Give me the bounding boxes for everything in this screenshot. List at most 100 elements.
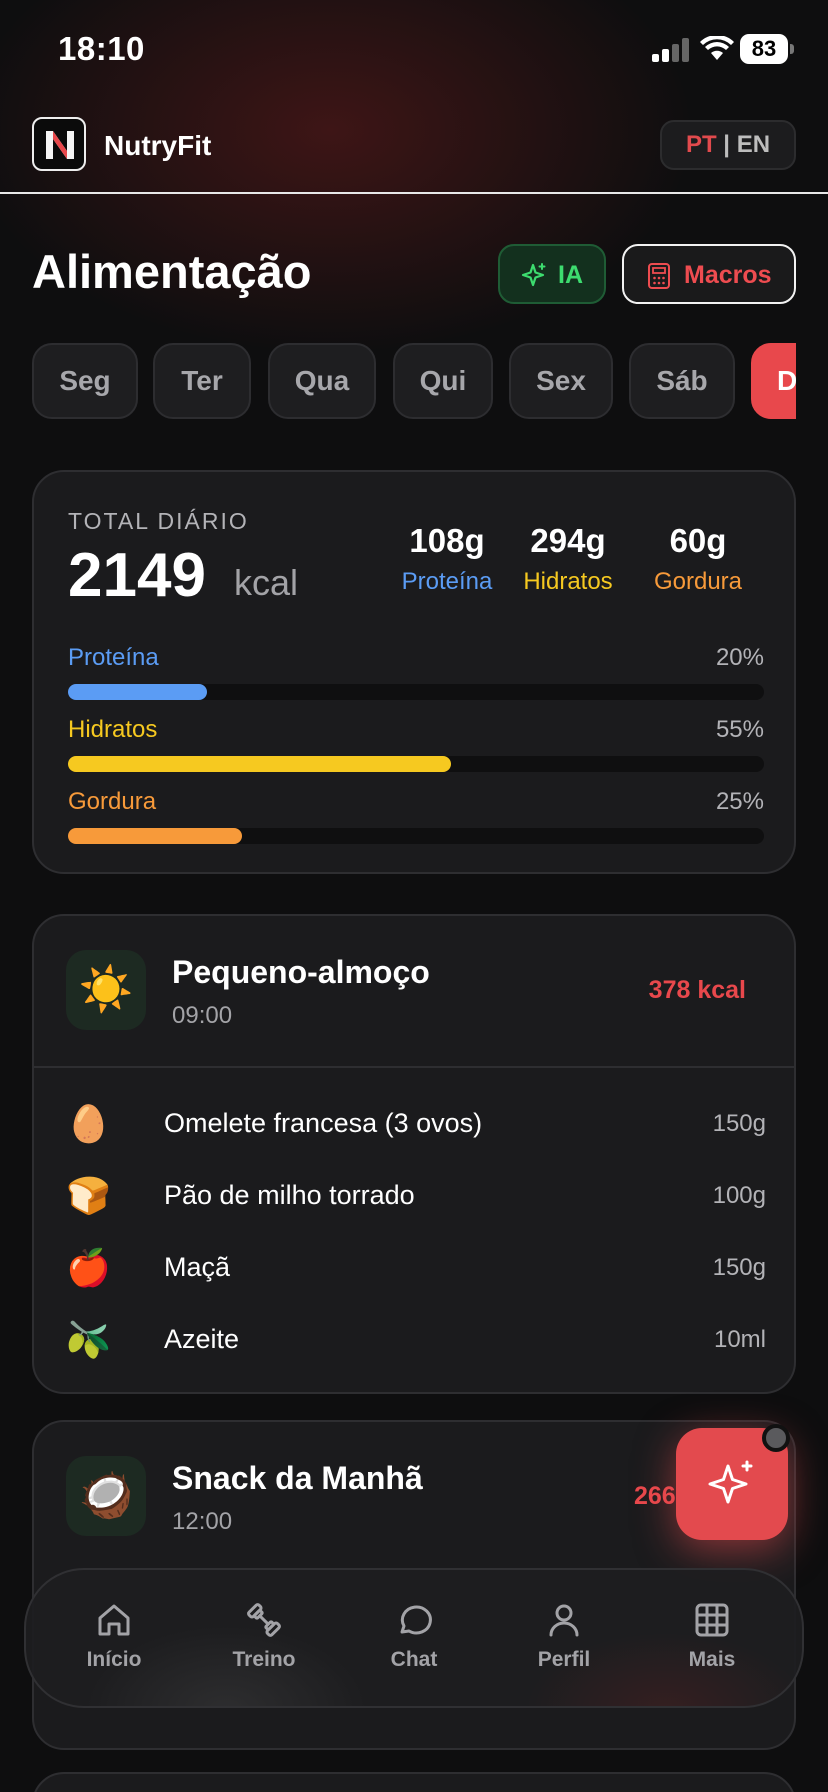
protein-bar-fill — [68, 684, 208, 700]
status-bar: 18:10 83 — [0, 0, 828, 96]
carbs-bar-row: Hidratos 55% — [68, 716, 764, 776]
food-name: Pão de milho torrado — [164, 1180, 415, 1210]
ia-button[interactable]: IA — [498, 244, 606, 304]
status-time: 18:10 — [58, 30, 145, 67]
nav-item-inicio[interactable]: Início — [54, 1600, 174, 1684]
apple-icon: 🍎 — [66, 1247, 111, 1288]
home-icon — [98, 1604, 130, 1636]
app-header: NutryFit PT | EN — [0, 96, 828, 194]
fat-grams: 60g — [669, 522, 727, 559]
day-tab-ter[interactable]: Ter — [153, 343, 251, 419]
bread-icon: 🍞 — [66, 1175, 111, 1216]
meal-card-next[interactable] — [32, 1772, 796, 1792]
daily-totals-card: TOTAL DIÁRIO 2149 kcal 108g Proteína 294… — [32, 470, 796, 874]
nav-label: Mais — [688, 1648, 736, 1671]
bottom-navigation: Início Treino Chat Perfil Mais — [24, 1568, 804, 1708]
meal-time: 12:00 — [172, 1508, 233, 1535]
grid-icon — [695, 1603, 729, 1637]
protein-bar-percent: 20% — [715, 644, 764, 671]
protein-bar-label: Proteína — [68, 644, 159, 671]
wifi-icon — [700, 34, 734, 62]
fat-name: Gordura — [653, 568, 743, 595]
nav-label: Início — [86, 1648, 142, 1671]
dumbbell-icon — [247, 1603, 281, 1637]
protein-name: Proteína — [401, 568, 493, 595]
fab-indicator-dot — [762, 1424, 790, 1452]
sparkles-icon — [521, 263, 546, 287]
meal-name: Pequeno-almoço — [172, 954, 430, 990]
coconut-icon: 🥥 — [66, 1456, 146, 1536]
food-quantity: 150g — [712, 1254, 766, 1281]
food-name: Azeite — [164, 1324, 240, 1354]
total-label: TOTAL DIÁRIO — [68, 508, 249, 534]
food-quantity: 150g — [712, 1110, 766, 1137]
meal-card-breakfast[interactable]: ☀️ Pequeno-almoço 09:00 378 kcal 🥚 Omele… — [32, 914, 796, 1394]
nav-label: Treino — [232, 1648, 296, 1671]
day-tab-seg[interactable]: Seg — [32, 343, 138, 419]
carbs-summary: 294g Hidratos — [514, 522, 622, 596]
food-quantity: 10ml — [713, 1326, 766, 1353]
day-tab-sex[interactable]: Sex — [509, 343, 613, 419]
food-item[interactable]: 🥚 Omelete francesa (3 ovos) 150g — [66, 1096, 766, 1152]
day-tab-dom[interactable]: D — [751, 343, 796, 419]
lang-pt[interactable]: PT — [686, 131, 717, 158]
total-kcal: 2149 — [68, 541, 206, 610]
carbs-bar-label: Hidratos — [68, 716, 158, 743]
lang-en[interactable]: EN — [737, 131, 770, 158]
macros-button[interactable]: Macros — [622, 244, 796, 304]
olive-icon: 🫒 — [66, 1319, 111, 1360]
language-switcher[interactable]: PT | EN — [660, 120, 796, 170]
signal-icon — [652, 38, 692, 62]
app-name: NutryFit — [104, 130, 212, 161]
battery-icon: 83 — [740, 34, 794, 64]
day-tab-sab[interactable]: Sáb — [629, 343, 735, 419]
sparkles-icon — [708, 1460, 753, 1504]
carbs-name: Hidratos — [523, 568, 613, 595]
day-tab-qua[interactable]: Qua — [268, 343, 376, 419]
fat-bar-track — [68, 828, 764, 844]
food-item[interactable]: 🍎 Maçã 150g — [66, 1240, 766, 1296]
fat-bar-fill — [68, 828, 242, 844]
total-kcal-unit: kcal — [234, 562, 299, 603]
protein-summary: 108g Proteína — [396, 522, 498, 596]
calculator-icon — [648, 263, 670, 289]
carbs-grams: 294g — [530, 522, 606, 559]
page-title: Alimentação — [32, 245, 312, 298]
carbs-bar-fill — [68, 756, 451, 772]
user-icon — [549, 1604, 579, 1637]
meal-time: 09:00 — [172, 1002, 233, 1029]
protein-grams: 108g — [409, 522, 485, 559]
protein-bar-track — [68, 684, 764, 700]
meal-kcal: 378 kcal — [648, 976, 746, 1004]
nav-item-mais[interactable]: Mais — [652, 1600, 772, 1684]
meal-header[interactable]: ☀️ Pequeno-almoço 09:00 378 kcal — [34, 916, 794, 1066]
fat-summary: 60g Gordura — [646, 522, 750, 596]
fat-bar-row: Gordura 25% — [68, 788, 764, 848]
ia-button-label: IA — [558, 261, 583, 289]
food-name: Maçã — [164, 1252, 231, 1282]
lang-separator: | — [723, 131, 731, 158]
food-item[interactable]: 🫒 Azeite 10ml — [66, 1312, 766, 1368]
nav-item-treino[interactable]: Treino — [204, 1600, 324, 1684]
divider — [34, 1066, 794, 1068]
app-logo[interactable] — [32, 117, 86, 171]
battery-level: 83 — [740, 34, 788, 64]
carbs-bar-percent: 55% — [715, 716, 764, 743]
fat-bar-percent: 25% — [715, 788, 764, 815]
egg-icon: 🥚 — [66, 1103, 111, 1144]
fat-bar-label: Gordura — [68, 788, 157, 815]
protein-bar-row: Proteína 20% — [68, 644, 764, 704]
sun-icon: ☀️ — [66, 950, 146, 1030]
food-item[interactable]: 🍞 Pão de milho torrado 100g — [66, 1168, 766, 1224]
meal-name: Snack da Manhã — [172, 1460, 423, 1496]
chat-icon — [400, 1605, 432, 1635]
day-tabs: Seg Ter Qua Qui Sex Sáb D — [32, 343, 796, 419]
meal-kcal: 266 — [634, 1482, 676, 1510]
nav-item-perfil[interactable]: Perfil — [504, 1600, 624, 1684]
carbs-bar-track — [68, 756, 764, 772]
day-tab-qui[interactable]: Qui — [393, 343, 493, 419]
nav-item-chat[interactable]: Chat — [354, 1600, 474, 1684]
macros-button-label: Macros — [684, 261, 772, 289]
food-quantity: 100g — [712, 1182, 766, 1209]
food-name: Omelete francesa (3 ovos) — [164, 1108, 483, 1138]
